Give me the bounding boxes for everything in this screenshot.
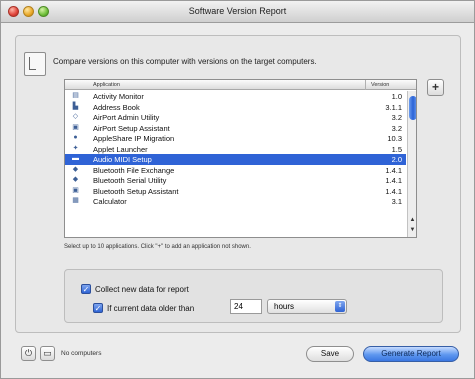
application-version: 1.5: [391, 144, 402, 154]
table-row[interactable]: ◆ Bluetooth Serial Utility 1.4.1: [65, 175, 406, 186]
generate-report-button[interactable]: Generate Report: [363, 346, 459, 362]
table-scrollbar[interactable]: ▲ ▼: [407, 91, 416, 237]
chevron-updown-icon: ⇕: [335, 301, 345, 312]
application-version: 1.4.1: [385, 165, 402, 175]
application-version: 1.0: [391, 92, 402, 101]
scroll-up-arrow-icon[interactable]: ▲: [408, 217, 416, 226]
table-row[interactable]: [65, 228, 406, 238]
activity-monitor-icon: ▤: [72, 92, 79, 99]
application-version: 3.2: [391, 123, 402, 133]
application-name: Audio MIDI Setup: [93, 155, 152, 164]
appleshare-icon: ●: [73, 134, 78, 141]
data-older-than-checkbox[interactable]: ✓: [93, 303, 103, 313]
table-row[interactable]: ▙ Address Book 3.1.1: [65, 102, 406, 113]
save-button[interactable]: Save: [306, 346, 354, 362]
table-row[interactable]: ▤ Activity Monitor 1.0: [65, 91, 406, 102]
table-row[interactable]: ▣ Bluetooth Setup Assistant 1.4.1: [65, 186, 406, 197]
application-name: Activity Monitor: [93, 92, 144, 101]
airport-admin-icon: ◇: [72, 113, 79, 120]
table-row[interactable]: [65, 207, 406, 218]
scrollbar-thumb[interactable]: [409, 96, 416, 120]
table-row[interactable]: ▣ AirPort Setup Assistant 3.2: [65, 123, 406, 134]
blank-icon: [71, 229, 80, 237]
application-version: 1.4.1: [385, 176, 402, 185]
airport-setup-icon: ▣: [72, 123, 79, 131]
application-name: Calculator: [93, 197, 127, 206]
computer-list-icon[interactable]: ▭: [40, 346, 55, 361]
application-version: 3.1.1: [385, 102, 402, 112]
application-version: 1.4.1: [385, 186, 402, 196]
application-name: AppleShare IP Migration: [93, 134, 175, 143]
instructions-text: Compare versions on this computer with v…: [53, 57, 317, 66]
application-version: 10.3: [387, 134, 402, 143]
application-name: Address Book: [93, 102, 140, 112]
column-header-application[interactable]: Application: [93, 82, 120, 88]
application-name: AirPort Admin Utility: [93, 113, 160, 122]
collect-new-data-label: Collect new data for report: [95, 285, 189, 294]
table-row[interactable]: ✦ Applet Launcher 1.5: [65, 144, 406, 155]
title-bar[interactable]: Software Version Report: [1, 1, 474, 23]
power-icon[interactable]: ⏻: [21, 346, 36, 361]
computer-status: No computers: [61, 350, 102, 357]
selection-hint: Select up to 10 applications. Click "+" …: [64, 244, 251, 250]
application-version: 2.0: [391, 155, 402, 164]
calculator-icon: ▦: [72, 197, 79, 204]
application-version: 3.2: [391, 113, 402, 122]
table-row[interactable]: ◆ Bluetooth File Exchange 1.4.1: [65, 165, 406, 176]
application-name: Bluetooth File Exchange: [93, 165, 175, 175]
age-unit-select[interactable]: hours ⇕: [267, 299, 347, 314]
window-title: Software Version Report: [188, 6, 287, 16]
document-icon: [24, 52, 46, 76]
table-row[interactable]: ▬ Audio MIDI Setup 2.0: [65, 154, 406, 165]
age-value-field[interactable]: 24: [230, 299, 262, 314]
application-name: Bluetooth Setup Assistant: [93, 186, 179, 196]
scroll-down-arrow-icon[interactable]: ▼: [408, 227, 416, 236]
report-options-box: [64, 269, 443, 323]
column-divider: [365, 80, 366, 90]
address-book-icon: ▙: [72, 102, 79, 110]
application-name: Bluetooth Serial Utility: [93, 176, 167, 185]
column-header-version[interactable]: Version: [371, 82, 389, 88]
application-name: AirPort Setup Assistant: [93, 123, 170, 133]
table-header: Application Version: [65, 80, 416, 90]
data-older-than-label: If current data older than: [107, 304, 195, 313]
application-version: 3.1: [391, 197, 402, 206]
add-application-button[interactable]: +: [427, 79, 444, 96]
audio-midi-icon: ▬: [72, 155, 79, 162]
bluetooth-setup-icon: ▣: [72, 186, 79, 194]
table-rows: ▤ Activity Monitor 1.0 ▙ Address Book 3.1.1 ◇ A…: [65, 91, 406, 238]
application-name: Applet Launcher: [93, 144, 148, 154]
table-row[interactable]: ◇ AirPort Admin Utility 3.2: [65, 112, 406, 123]
bluetooth-file-exchange-icon: ◆: [72, 165, 79, 173]
blank-icon: [71, 208, 80, 216]
table-row[interactable]: ● AppleShare IP Migration 10.3: [65, 133, 406, 144]
bluetooth-serial-icon: ◆: [72, 176, 79, 183]
report-window: Software Version Report Compare versions…: [0, 0, 475, 379]
table-row[interactable]: [65, 217, 406, 228]
table-row[interactable]: ▦ Calculator 3.1: [65, 196, 406, 207]
application-table[interactable]: Application Version ▤ Activity Monitor 1.0…: [64, 79, 417, 238]
blank-icon: [71, 218, 80, 226]
applet-launcher-icon: ✦: [72, 144, 79, 152]
collect-new-data-checkbox[interactable]: ✓: [81, 284, 91, 294]
age-unit-value: hours: [274, 302, 295, 311]
